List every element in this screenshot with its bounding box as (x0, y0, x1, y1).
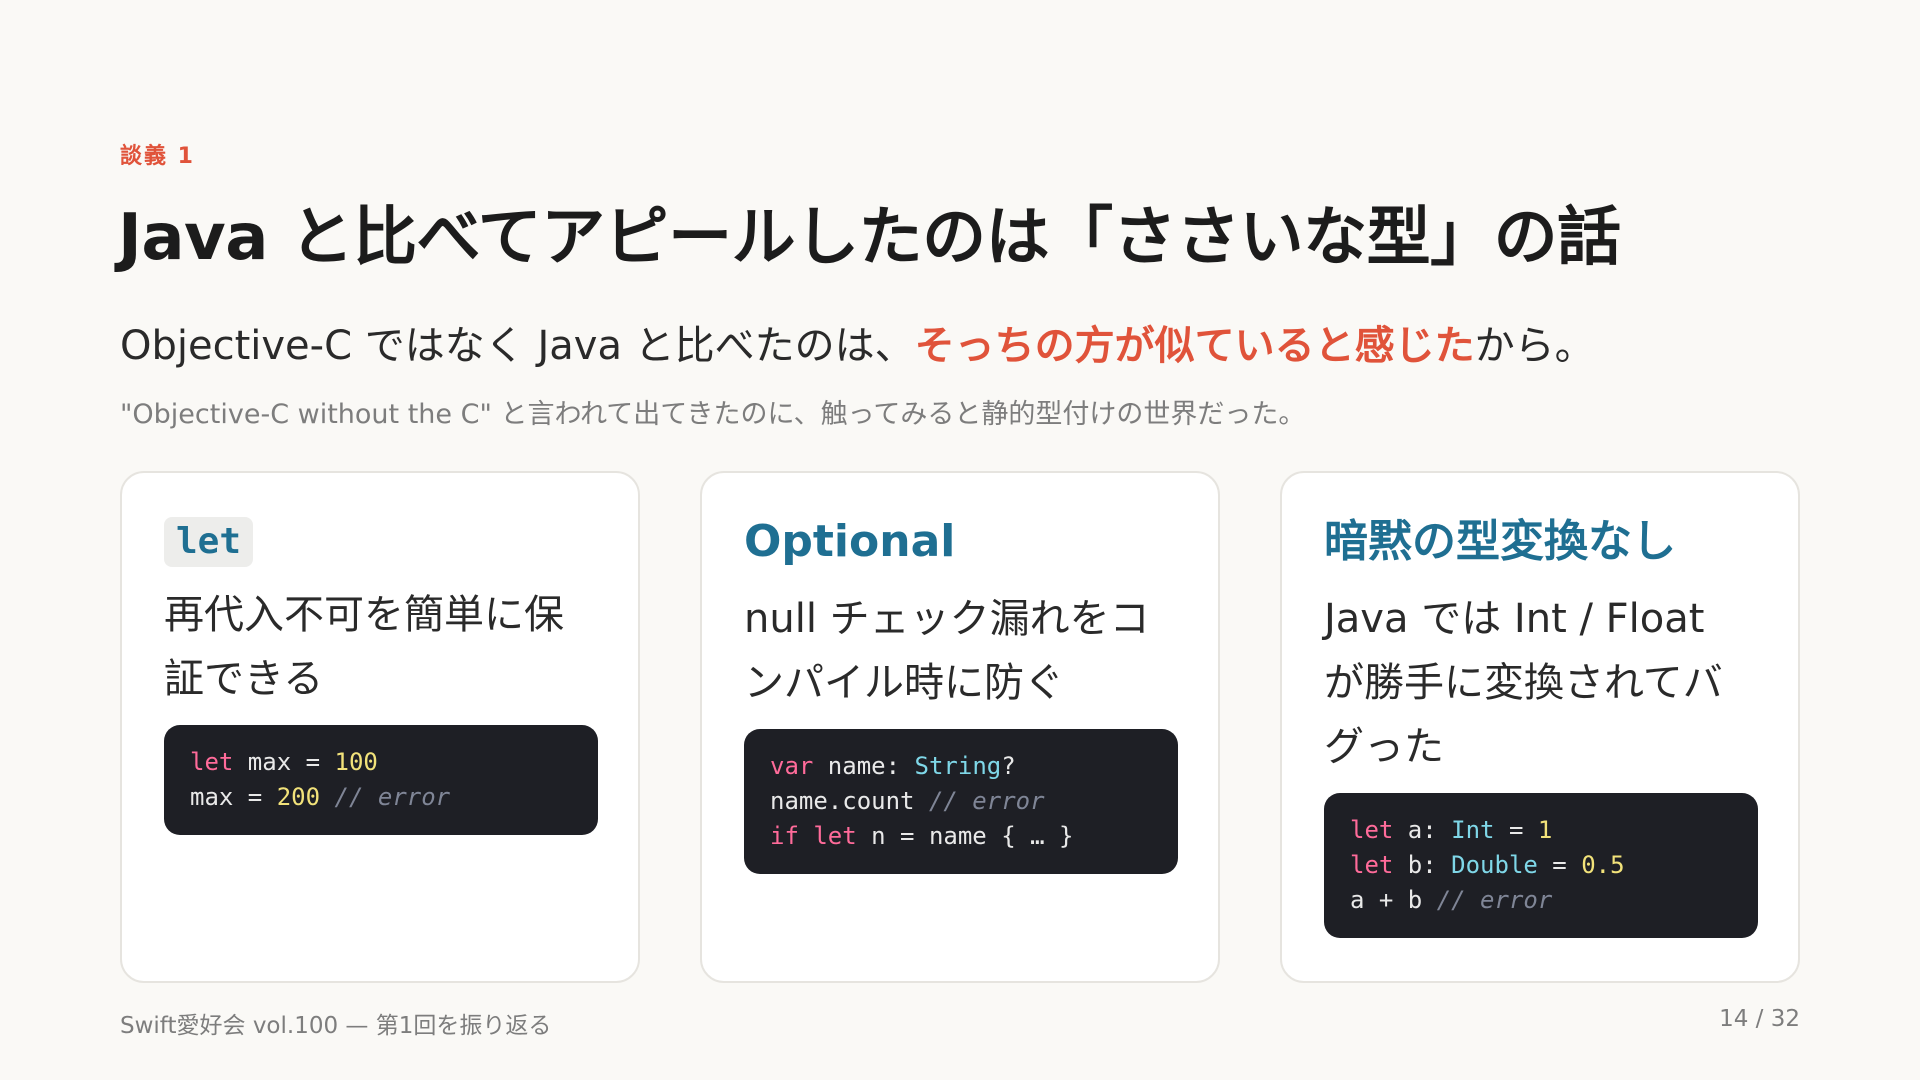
section-label: 談義 1 (120, 144, 195, 169)
card-let: let 再代入不可を簡単に保証できる let max = 100 max = 20… (120, 471, 640, 983)
code-token: String (914, 752, 1002, 780)
code-token: Double (1451, 851, 1538, 879)
code-token: 200 (276, 783, 321, 811)
code-token: // error (334, 783, 451, 811)
code-line: max = 200 // error (190, 780, 572, 815)
lead-text-after: から。 (1474, 323, 1595, 369)
card-optional: Optional null チェック漏れをコンパイル時に防ぐ var name:… (700, 471, 1220, 983)
slide: 談義 1 Java と比べてアピールしたのは「ささいな型」の話 Objectiv… (0, 0, 1920, 1080)
lead-text-highlight: そっちの方が似ていると感じた (914, 323, 1475, 369)
code-token: = (1537, 851, 1582, 879)
card-heading: 暗黙の型変換なし (1324, 516, 1676, 567)
code-token: 100 (334, 748, 378, 776)
code-line: if let n = name { … } (770, 819, 1152, 854)
card-description: 再代入不可を簡単に保証できる (164, 592, 564, 702)
code-token: max = (190, 783, 277, 811)
card-description: Java では Int / Float が勝手に変換されてバグった (1324, 596, 1723, 770)
code-token: let (1350, 851, 1394, 879)
code-block: var name: String? name.count // error if l… (744, 729, 1178, 874)
subtitle-note: "Objective-C without the C" と言われて出てきたのに、… (120, 399, 1306, 430)
card-heading: let (164, 517, 254, 567)
card-heading: Optional (744, 516, 956, 567)
code-token: = (1494, 816, 1538, 844)
code-token: b: (1393, 851, 1452, 879)
footer-event-title: Swift愛好会 vol.100 — 第1回を振り返る (120, 1013, 552, 1039)
code-token: a + b (1350, 886, 1437, 914)
code-block: let a: Int = 1 let b: Double = 0.5 a + b /… (1324, 793, 1758, 938)
lead-text-before: Objective-C ではなく Java と比べたのは、 (120, 323, 915, 369)
code-line: let max = 100 (190, 745, 572, 780)
code-token: 1 (1537, 816, 1553, 844)
code-token: name.count (770, 787, 929, 815)
lead-text: Objective-C ではなく Java と比べたのは、そっちの方が似ていると… (120, 313, 1595, 371)
page-number: 14 / 32 (1719, 1006, 1800, 1032)
code-token: 0.5 (1581, 851, 1625, 879)
code-line: name.count // error (770, 784, 1152, 819)
card-description: null チェック漏れをコンパイル時に防ぐ (744, 596, 1150, 706)
code-token: var (770, 752, 814, 780)
code-token: n = name { … } (856, 822, 1074, 850)
code-token: max = (233, 748, 335, 776)
slide-title: Java と比べてアピールしたのは「ささいな型」の話 (118, 201, 1621, 275)
code-token: let (190, 748, 234, 776)
code-token: // error (928, 787, 1045, 815)
code-token: Int (1451, 816, 1495, 844)
code-line: let a: Int = 1 (1350, 813, 1732, 848)
feature-cards: let 再代入不可を簡単に保証できる let max = 100 max = 20… (120, 471, 1800, 983)
code-token: let (1350, 816, 1394, 844)
code-line: var name: String? (770, 749, 1152, 784)
code-token: ? (1001, 752, 1016, 780)
code-line: a + b // error (1350, 883, 1732, 918)
code-token: // error (1436, 886, 1553, 914)
code-token: if let (770, 822, 857, 850)
code-line: let b: Double = 0.5 (1350, 848, 1732, 883)
code-token: a: (1393, 816, 1452, 844)
code-block: let max = 100 max = 200 // error (164, 725, 598, 835)
code-token: name: (813, 752, 915, 780)
card-no-implicit-conversion: 暗黙の型変換なし Java では Int / Float が勝手に変換されてバグ… (1280, 471, 1800, 983)
